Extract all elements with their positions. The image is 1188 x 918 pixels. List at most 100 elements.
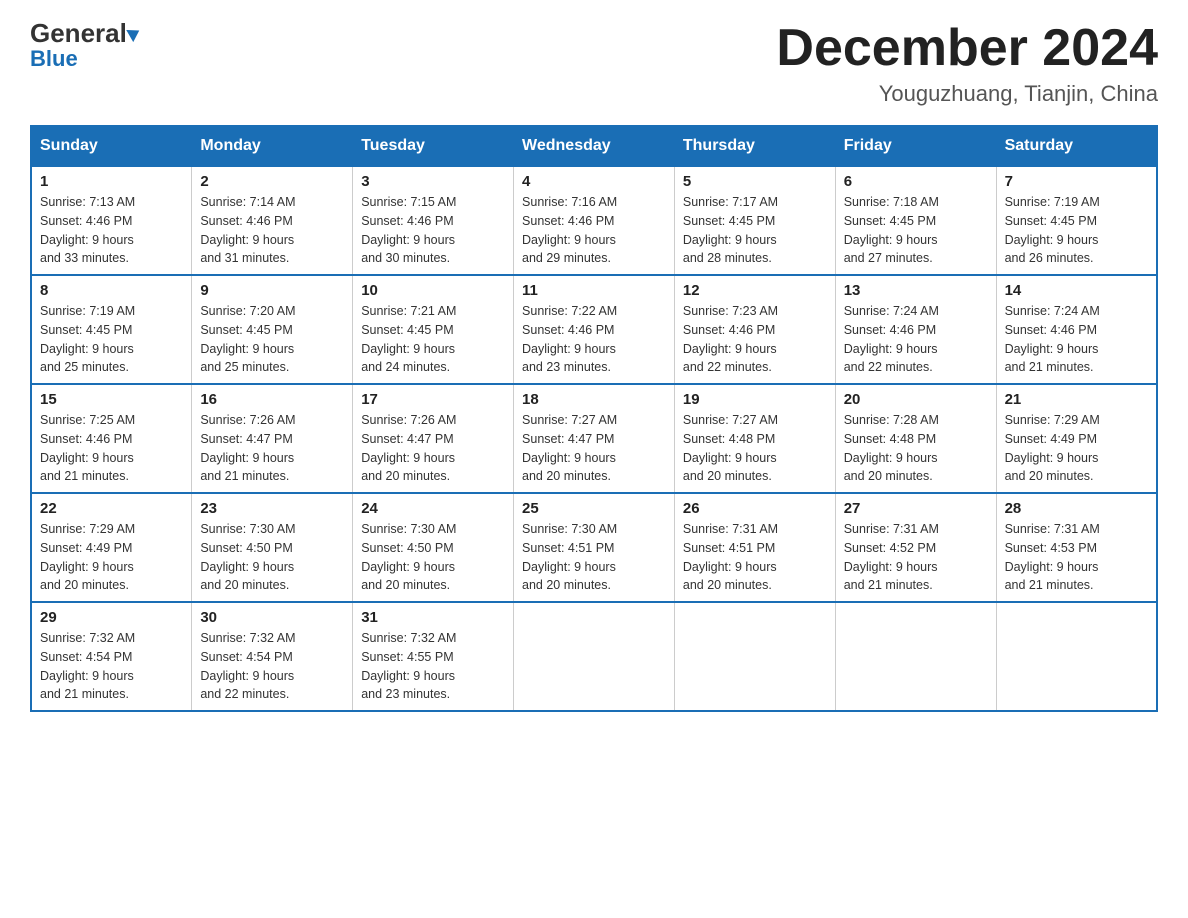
calendar-day-cell: 22 Sunrise: 7:29 AMSunset: 4:49 PMDaylig…	[31, 493, 192, 602]
day-number: 1	[40, 173, 183, 190]
day-of-week-header: Tuesday	[353, 126, 514, 166]
day-info: Sunrise: 7:18 AMSunset: 4:45 PMDaylight:…	[844, 195, 939, 265]
day-info: Sunrise: 7:24 AMSunset: 4:46 PMDaylight:…	[844, 304, 939, 374]
month-year-title: December 2024	[776, 20, 1158, 77]
calendar-week-row: 8 Sunrise: 7:19 AMSunset: 4:45 PMDayligh…	[31, 275, 1157, 384]
calendar-day-cell: 19 Sunrise: 7:27 AMSunset: 4:48 PMDaylig…	[674, 384, 835, 493]
calendar-day-cell: 17 Sunrise: 7:26 AMSunset: 4:47 PMDaylig…	[353, 384, 514, 493]
calendar-week-row: 29 Sunrise: 7:32 AMSunset: 4:54 PMDaylig…	[31, 602, 1157, 711]
calendar-header-row: SundayMondayTuesdayWednesdayThursdayFrid…	[31, 126, 1157, 166]
calendar-day-cell: 28 Sunrise: 7:31 AMSunset: 4:53 PMDaylig…	[996, 493, 1157, 602]
calendar-day-cell: 18 Sunrise: 7:27 AMSunset: 4:47 PMDaylig…	[514, 384, 675, 493]
calendar-week-row: 22 Sunrise: 7:29 AMSunset: 4:49 PMDaylig…	[31, 493, 1157, 602]
day-number: 25	[522, 500, 666, 517]
calendar-table: SundayMondayTuesdayWednesdayThursdayFrid…	[30, 125, 1158, 712]
day-number: 12	[683, 282, 827, 299]
day-of-week-header: Wednesday	[514, 126, 675, 166]
day-number: 8	[40, 282, 183, 299]
day-number: 14	[1005, 282, 1148, 299]
day-info: Sunrise: 7:29 AMSunset: 4:49 PMDaylight:…	[40, 522, 135, 592]
logo-general-text: General	[30, 20, 141, 46]
day-info: Sunrise: 7:24 AMSunset: 4:46 PMDaylight:…	[1005, 304, 1100, 374]
calendar-day-cell: 29 Sunrise: 7:32 AMSunset: 4:54 PMDaylig…	[31, 602, 192, 711]
calendar-day-cell: 21 Sunrise: 7:29 AMSunset: 4:49 PMDaylig…	[996, 384, 1157, 493]
calendar-day-cell: 1 Sunrise: 7:13 AMSunset: 4:46 PMDayligh…	[31, 166, 192, 275]
day-number: 15	[40, 391, 183, 408]
day-number: 31	[361, 609, 505, 626]
day-info: Sunrise: 7:27 AMSunset: 4:48 PMDaylight:…	[683, 413, 778, 483]
day-info: Sunrise: 7:26 AMSunset: 4:47 PMDaylight:…	[361, 413, 456, 483]
day-info: Sunrise: 7:30 AMSunset: 4:50 PMDaylight:…	[361, 522, 456, 592]
day-info: Sunrise: 7:30 AMSunset: 4:51 PMDaylight:…	[522, 522, 617, 592]
day-info: Sunrise: 7:21 AMSunset: 4:45 PMDaylight:…	[361, 304, 456, 374]
day-number: 16	[200, 391, 344, 408]
calendar-day-cell: 4 Sunrise: 7:16 AMSunset: 4:46 PMDayligh…	[514, 166, 675, 275]
calendar-day-cell: 31 Sunrise: 7:32 AMSunset: 4:55 PMDaylig…	[353, 602, 514, 711]
calendar-day-cell: 13 Sunrise: 7:24 AMSunset: 4:46 PMDaylig…	[835, 275, 996, 384]
day-number: 6	[844, 173, 988, 190]
day-number: 17	[361, 391, 505, 408]
calendar-day-cell: 23 Sunrise: 7:30 AMSunset: 4:50 PMDaylig…	[192, 493, 353, 602]
day-info: Sunrise: 7:32 AMSunset: 4:54 PMDaylight:…	[40, 631, 135, 701]
day-info: Sunrise: 7:28 AMSunset: 4:48 PMDaylight:…	[844, 413, 939, 483]
day-info: Sunrise: 7:27 AMSunset: 4:47 PMDaylight:…	[522, 413, 617, 483]
day-info: Sunrise: 7:19 AMSunset: 4:45 PMDaylight:…	[40, 304, 135, 374]
day-info: Sunrise: 7:25 AMSunset: 4:46 PMDaylight:…	[40, 413, 135, 483]
day-info: Sunrise: 7:31 AMSunset: 4:53 PMDaylight:…	[1005, 522, 1100, 592]
calendar-day-cell: 11 Sunrise: 7:22 AMSunset: 4:46 PMDaylig…	[514, 275, 675, 384]
calendar-day-cell: 14 Sunrise: 7:24 AMSunset: 4:46 PMDaylig…	[996, 275, 1157, 384]
day-number: 11	[522, 282, 666, 299]
day-info: Sunrise: 7:31 AMSunset: 4:51 PMDaylight:…	[683, 522, 778, 592]
day-number: 3	[361, 173, 505, 190]
day-number: 29	[40, 609, 183, 626]
day-number: 22	[40, 500, 183, 517]
calendar-day-cell: 25 Sunrise: 7:30 AMSunset: 4:51 PMDaylig…	[514, 493, 675, 602]
calendar-day-cell	[674, 602, 835, 711]
day-number: 4	[522, 173, 666, 190]
calendar-day-cell: 24 Sunrise: 7:30 AMSunset: 4:50 PMDaylig…	[353, 493, 514, 602]
calendar-day-cell: 9 Sunrise: 7:20 AMSunset: 4:45 PMDayligh…	[192, 275, 353, 384]
calendar-day-cell: 3 Sunrise: 7:15 AMSunset: 4:46 PMDayligh…	[353, 166, 514, 275]
day-of-week-header: Sunday	[31, 126, 192, 166]
calendar-week-row: 15 Sunrise: 7:25 AMSunset: 4:46 PMDaylig…	[31, 384, 1157, 493]
calendar-day-cell	[996, 602, 1157, 711]
day-info: Sunrise: 7:32 AMSunset: 4:55 PMDaylight:…	[361, 631, 456, 701]
calendar-day-cell: 2 Sunrise: 7:14 AMSunset: 4:46 PMDayligh…	[192, 166, 353, 275]
calendar-day-cell: 26 Sunrise: 7:31 AMSunset: 4:51 PMDaylig…	[674, 493, 835, 602]
day-number: 13	[844, 282, 988, 299]
day-info: Sunrise: 7:23 AMSunset: 4:46 PMDaylight:…	[683, 304, 778, 374]
day-info: Sunrise: 7:15 AMSunset: 4:46 PMDaylight:…	[361, 195, 456, 265]
calendar-day-cell: 8 Sunrise: 7:19 AMSunset: 4:45 PMDayligh…	[31, 275, 192, 384]
day-number: 18	[522, 391, 666, 408]
day-info: Sunrise: 7:19 AMSunset: 4:45 PMDaylight:…	[1005, 195, 1100, 265]
day-number: 23	[200, 500, 344, 517]
day-info: Sunrise: 7:30 AMSunset: 4:50 PMDaylight:…	[200, 522, 295, 592]
day-info: Sunrise: 7:20 AMSunset: 4:45 PMDaylight:…	[200, 304, 295, 374]
calendar-day-cell: 20 Sunrise: 7:28 AMSunset: 4:48 PMDaylig…	[835, 384, 996, 493]
logo-blue-text: Blue	[30, 48, 78, 70]
day-of-week-header: Saturday	[996, 126, 1157, 166]
calendar-day-cell: 30 Sunrise: 7:32 AMSunset: 4:54 PMDaylig…	[192, 602, 353, 711]
day-of-week-header: Monday	[192, 126, 353, 166]
day-info: Sunrise: 7:22 AMSunset: 4:46 PMDaylight:…	[522, 304, 617, 374]
day-info: Sunrise: 7:14 AMSunset: 4:46 PMDaylight:…	[200, 195, 295, 265]
calendar-day-cell	[514, 602, 675, 711]
calendar-day-cell	[835, 602, 996, 711]
day-number: 10	[361, 282, 505, 299]
calendar-day-cell: 12 Sunrise: 7:23 AMSunset: 4:46 PMDaylig…	[674, 275, 835, 384]
day-number: 24	[361, 500, 505, 517]
calendar-day-cell: 10 Sunrise: 7:21 AMSunset: 4:45 PMDaylig…	[353, 275, 514, 384]
day-number: 7	[1005, 173, 1148, 190]
day-number: 30	[200, 609, 344, 626]
logo-arrow	[126, 25, 143, 43]
calendar-day-cell: 7 Sunrise: 7:19 AMSunset: 4:45 PMDayligh…	[996, 166, 1157, 275]
day-number: 26	[683, 500, 827, 517]
day-info: Sunrise: 7:31 AMSunset: 4:52 PMDaylight:…	[844, 522, 939, 592]
logo: General Blue	[30, 20, 141, 70]
page-header: General Blue December 2024 Youguzhuang, …	[30, 20, 1158, 107]
day-info: Sunrise: 7:16 AMSunset: 4:46 PMDaylight:…	[522, 195, 617, 265]
day-number: 9	[200, 282, 344, 299]
title-block: December 2024 Youguzhuang, Tianjin, Chin…	[776, 20, 1158, 107]
day-info: Sunrise: 7:29 AMSunset: 4:49 PMDaylight:…	[1005, 413, 1100, 483]
day-number: 21	[1005, 391, 1148, 408]
